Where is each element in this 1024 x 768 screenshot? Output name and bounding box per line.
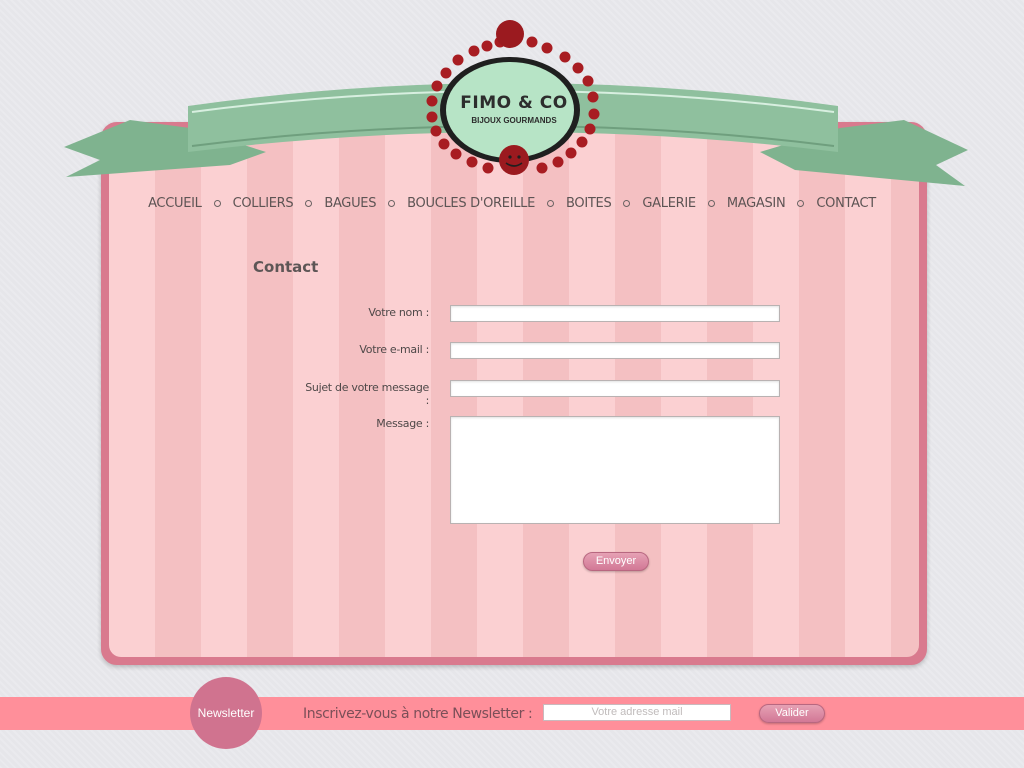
subject-field[interactable] [450, 380, 780, 397]
newsletter-label: Inscrivez-vous à notre Newsletter : [303, 706, 533, 722]
nav-separator-icon [388, 200, 396, 207]
email-field[interactable] [450, 342, 780, 359]
nav-separator-icon [547, 200, 555, 207]
name-field[interactable] [450, 305, 780, 322]
email-label: Votre e-mail : [359, 343, 429, 356]
macaron-top-icon [496, 20, 524, 48]
logo-title: FIMO & CO [460, 93, 568, 113]
nav-separator-icon [707, 200, 715, 207]
nav-bagues[interactable]: BAGUES [324, 196, 376, 211]
nav-accueil[interactable]: ACCUEIL [148, 196, 202, 211]
message-label: Message : [376, 417, 429, 430]
newsletter-email-input[interactable]: Votre adresse mail [543, 704, 731, 721]
newsletter-badge: Newsletter [190, 677, 262, 749]
nav-colliers[interactable]: COLLIERS [233, 196, 294, 211]
send-button[interactable]: Envoyer [583, 552, 649, 571]
nav-contact[interactable]: CONTACT [816, 196, 876, 211]
main-nav: ACCUEIL COLLIERS BAGUES BOUCLES D'OREILL… [0, 196, 1024, 211]
nav-boucles[interactable]: BOUCLES D'OREILLE [407, 196, 535, 211]
validate-button[interactable]: Valider [759, 704, 825, 723]
name-label: Votre nom : [368, 306, 429, 319]
nav-boites[interactable]: BOITES [566, 196, 612, 211]
message-textarea[interactable] [450, 416, 780, 524]
nav-galerie[interactable]: GALERIE [642, 196, 696, 211]
page-title: Contact [253, 258, 319, 276]
nav-magasin[interactable]: MAGASIN [727, 196, 786, 211]
logo-subtitle: BIJOUX GOURMANDS [471, 116, 557, 125]
nav-separator-icon [797, 200, 805, 207]
macaron-bottom-icon [499, 145, 529, 175]
nav-separator-icon [305, 200, 313, 207]
subject-label: Sujet de votre message : [305, 381, 429, 407]
nav-separator-icon [213, 200, 221, 207]
nav-separator-icon [623, 200, 631, 207]
